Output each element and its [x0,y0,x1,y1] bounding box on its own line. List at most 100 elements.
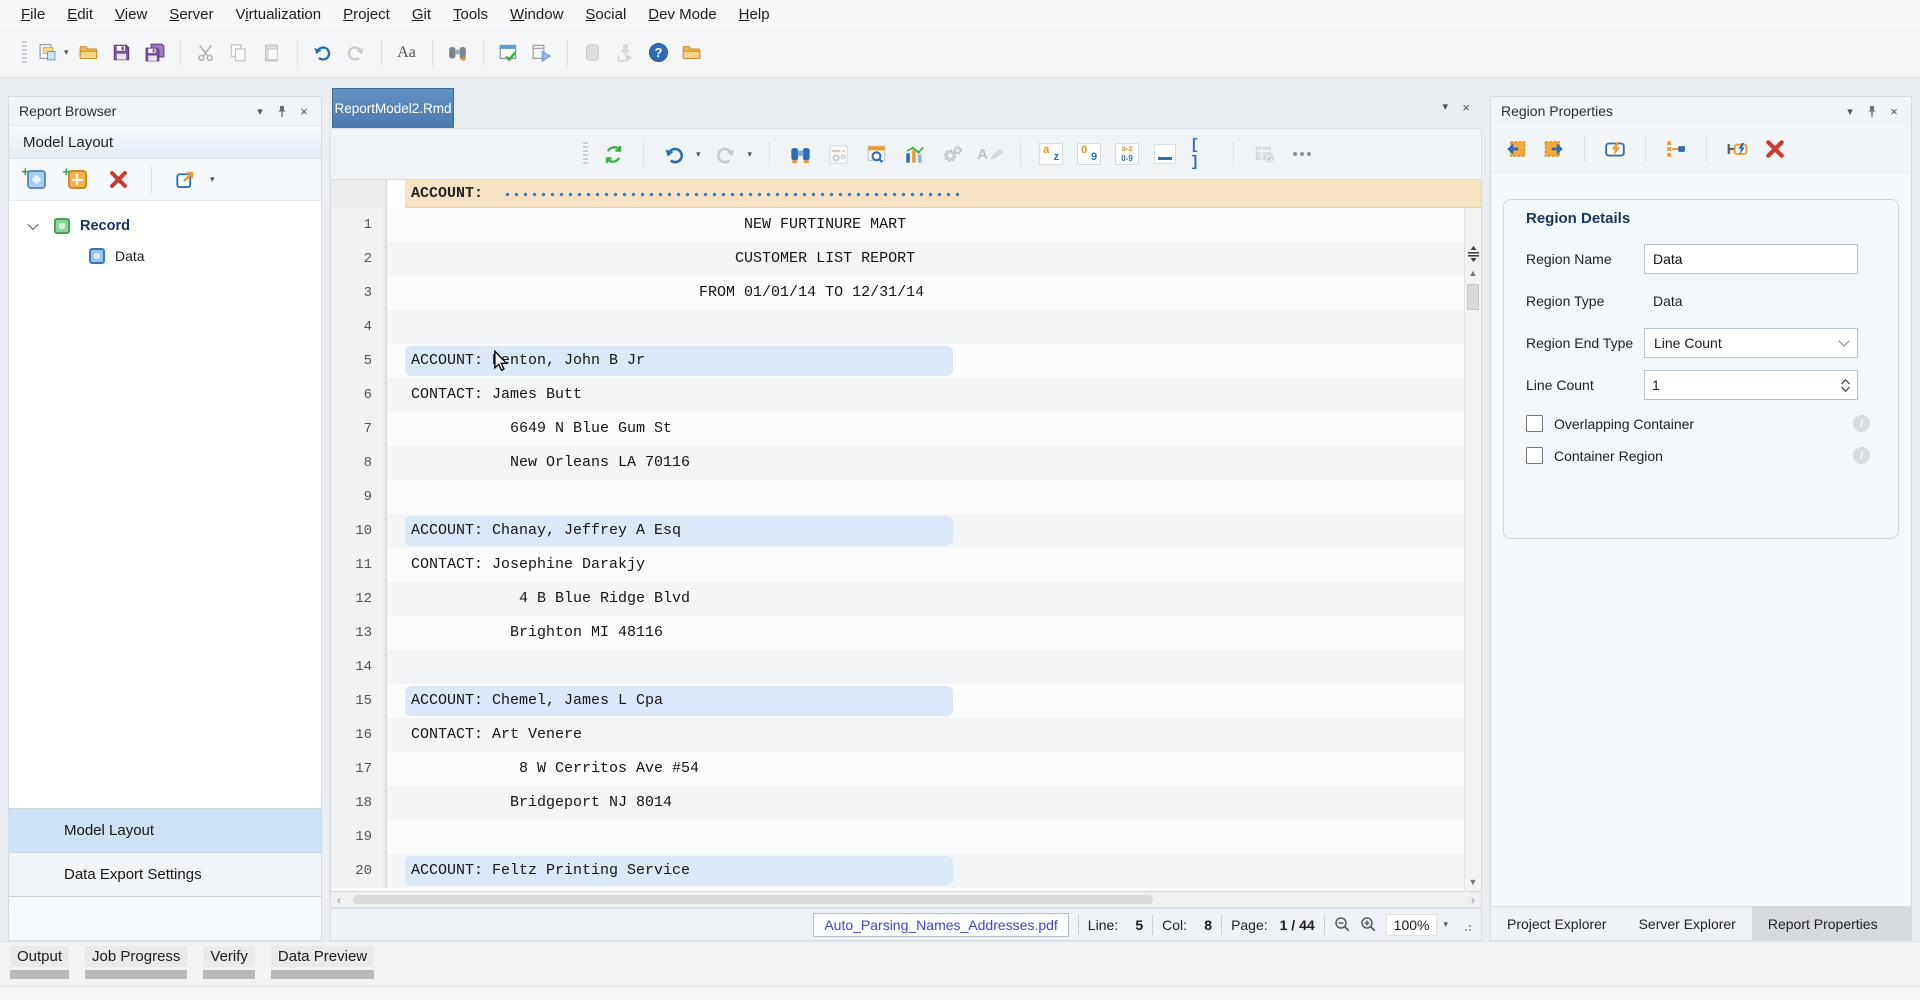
refresh-button[interactable] [600,141,626,167]
undo-button[interactable] [310,40,336,66]
report-line[interactable]: 20 ACCOUNT: Feltz Printing Service [331,854,1464,888]
mark-alphanumeric-button[interactable]: a-z0-9 [1114,141,1140,167]
undo-dropdown[interactable]: ▾ [696,149,701,160]
menu-item-social[interactable]: Social [574,3,637,26]
report-line[interactable]: 14 [331,650,1464,684]
line-count-spinner[interactable]: 1 [1644,370,1858,400]
region-end-type-select[interactable]: Line Count [1644,328,1858,358]
add-record-button[interactable]: + [23,167,49,193]
import-button[interactable] [613,40,639,66]
report-line[interactable]: 15 ACCOUNT: Chemel, James L Cpa [331,684,1464,718]
database-button[interactable] [580,40,606,66]
region-band[interactable]: ACCOUNT: [405,180,1481,208]
spinner-buttons[interactable] [1841,379,1850,392]
menu-item-virtualization[interactable]: Virtualization [225,3,333,26]
scroll-up-icon[interactable]: ▲ [1465,268,1481,278]
checkbox[interactable] [1526,447,1543,464]
toolbar-grip[interactable] [583,142,588,166]
statistics-button[interactable] [901,141,927,167]
pin-icon[interactable] [1863,102,1881,120]
toolbar-grip[interactable] [22,41,27,65]
menu-item-file[interactable]: File [10,3,56,26]
export-model-button[interactable] [172,167,198,193]
bottom-tab[interactable]: Data Preview [271,946,374,979]
validate-window-button[interactable] [496,40,522,66]
save-all-button[interactable] [142,40,168,66]
tab-reportmodel2[interactable]: ReportModel2.Rmd [332,88,454,128]
tree-item-data[interactable]: Data [9,241,321,271]
tree-item-record[interactable]: Record [9,211,321,241]
report-line[interactable]: 2 CUSTOMER LIST REPORT [331,242,1464,276]
redo-button[interactable] [343,40,369,66]
menu-item-server[interactable]: Server [158,3,224,26]
scroll-left-icon[interactable]: ‹ [331,893,347,907]
close-panel-icon[interactable]: × [1885,102,1903,120]
zoom-level[interactable]: 100% [1386,914,1438,936]
paste-button[interactable] [259,40,285,66]
font-button[interactable]: Aa [394,40,420,66]
panel-menu-icon[interactable]: ▾ [251,102,269,120]
report-line[interactable]: 3 FROM 01/01/14 TO 12/31/14 [331,276,1464,310]
report-line[interactable]: 18 Bridgeport NJ 8014 [331,786,1464,820]
pin-icon[interactable] [273,102,291,120]
zoom-in-button[interactable] [1360,916,1377,933]
mark-literal-button[interactable]: [ ] [1190,141,1216,167]
editor-undo-button[interactable] [661,141,687,167]
copy-button[interactable] [226,40,252,66]
model-settings-button[interactable] [939,141,965,167]
region-header-row[interactable]: ACCOUNT: [331,180,1481,208]
horizontal-scroll-thumb[interactable] [353,895,1153,904]
find-button[interactable] [445,40,471,66]
report-line[interactable]: 17 8 W Cerritos Ave #54 [331,752,1464,786]
menu-item-view[interactable]: View [104,3,158,26]
tab-list-dropdown[interactable]: ▾ [1442,100,1448,113]
left-nav-button[interactable]: Data Export Settings [9,852,321,896]
menu-item-tools[interactable]: Tools [442,3,499,26]
mark-numeric-button[interactable]: 09 [1076,141,1102,167]
right-panel-tab[interactable]: Server Explorer [1623,907,1752,940]
redo-dropdown[interactable]: ▾ [748,149,753,160]
collapse-chevron-icon[interactable] [27,219,38,230]
preview-search-button[interactable] [863,141,889,167]
report-line[interactable]: 5 ACCOUNT: Benton, John B Jr [331,344,1464,378]
menu-item-project[interactable]: Project [332,3,401,26]
region-name-input[interactable] [1644,244,1858,274]
cut-button[interactable] [193,40,219,66]
source-file-link[interactable]: Auto_Parsing_Names_Addresses.pdf [813,913,1068,937]
report-line[interactable]: 6 CONTACT: James Butt [331,378,1464,412]
run-report-button[interactable] [529,40,555,66]
delete-region-button[interactable] [1762,136,1788,162]
right-panel-tab[interactable]: Report Properties [1752,907,1911,940]
bottom-tab[interactable]: Output [10,946,69,979]
bottom-tab[interactable]: Verify [203,946,255,979]
vertical-scroll-thumb[interactable] [1467,284,1479,310]
panel-menu-icon[interactable]: ▾ [1841,102,1859,120]
save-button[interactable] [109,40,135,66]
more-tools-button[interactable] [1289,141,1315,167]
delete-node-button[interactable] [105,167,131,193]
report-line[interactable]: 9 [331,480,1464,514]
verify-table-button[interactable] [1251,141,1277,167]
scroll-right-icon[interactable]: › [1465,893,1481,907]
mark-alpha-button[interactable]: az [1038,141,1064,167]
new-report-dropdown[interactable]: ▾ [64,47,69,58]
tab-close-icon[interactable]: × [1462,100,1470,115]
previous-region-button[interactable] [1503,136,1529,162]
field-settings-button[interactable] [825,141,851,167]
editor-redo-button[interactable] [713,141,739,167]
left-nav-button[interactable]: Model Layout [9,808,321,852]
editor-find-button[interactable] [787,141,813,167]
edit-text-button[interactable]: A [977,141,1003,167]
report-line[interactable]: 11 CONTACT: Josephine Darakjy [331,548,1464,582]
report-line[interactable]: 10 ACCOUNT: Chanay, Jeffrey A Esq [331,514,1464,548]
checkbox[interactable] [1526,415,1543,432]
right-panel-tab[interactable]: Project Explorer [1491,907,1623,940]
close-panel-icon[interactable]: × [295,102,313,120]
report-line[interactable]: 1 NEW FURTINURE MART [331,208,1464,242]
report-line[interactable]: 7 6649 N Blue Gum St [331,412,1464,446]
report-line[interactable]: 4 [331,310,1464,344]
auto-detect-region-button[interactable] [1724,136,1750,162]
horizontal-scrollbar[interactable]: ‹ › [330,892,1482,908]
region-fields-button[interactable] [1663,136,1689,162]
next-region-button[interactable] [1541,136,1567,162]
